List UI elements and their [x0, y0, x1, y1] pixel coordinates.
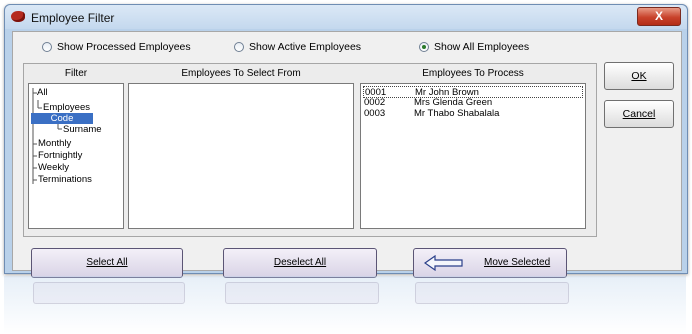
employee-name: Mr Thabo Shabalala	[414, 108, 500, 119]
radio-icon	[42, 42, 52, 52]
employee-row[interactable]: 0003 Mr Thabo Shabalala	[363, 108, 583, 119]
show-all-radio[interactable]: Show All Employees	[419, 41, 529, 53]
employee-code: 0002	[364, 97, 386, 108]
show-processed-radio[interactable]: Show Processed Employees	[42, 41, 191, 53]
select-all-button[interactable]: Select All	[31, 248, 183, 278]
employees-to-process-list[interactable]: 0001 Mr John Brown 0002 Mrs Glenda Green…	[360, 83, 586, 229]
app-icon	[11, 11, 25, 22]
show-active-label: Show Active Employees	[249, 41, 362, 53]
reflection-button	[33, 282, 185, 304]
tree-item-fortnightly[interactable]: Fortnightly	[38, 150, 82, 161]
filter-header: Filter	[64, 68, 88, 79]
tree-item-terminations[interactable]: Terminations	[38, 174, 92, 185]
reflection-button	[225, 282, 379, 304]
ok-button[interactable]: OK	[604, 62, 674, 90]
filter-options: Show Processed Employees Show Active Emp…	[27, 41, 547, 57]
show-all-label: Show All Employees	[434, 41, 530, 53]
filter-tree[interactable]: All Employees Code Surname Monthly Fortn…	[28, 83, 124, 229]
employee-filter-window: Employee Filter X Show Processed Employe…	[4, 4, 688, 278]
employee-row[interactable]: 0002 Mrs Glenda Green	[363, 97, 583, 108]
deselect-all-button[interactable]: Deselect All	[223, 248, 377, 278]
cancel-button[interactable]: Cancel	[604, 100, 674, 128]
window-title: Employee Filter	[31, 11, 115, 25]
employee-code: 0003	[364, 108, 386, 119]
dialog-body: Show Processed Employees Show Active Emp…	[12, 31, 682, 278]
radio-icon	[234, 42, 244, 52]
move-selected-button[interactable]: Move Selected	[413, 248, 567, 278]
select-from-header: Employees To Select From	[181, 68, 301, 79]
tree-item-weekly[interactable]: Weekly	[38, 162, 69, 173]
employees-to-select-list[interactable]	[128, 83, 354, 229]
tree-item-surname[interactable]: Surname	[63, 124, 102, 135]
select-all-label: Select All	[86, 257, 128, 268]
tree-item-monthly[interactable]: Monthly	[38, 138, 71, 149]
show-active-radio[interactable]: Show Active Employees	[234, 41, 361, 53]
radio-checked-icon	[419, 42, 429, 52]
reflection-button	[415, 282, 569, 304]
window-reflection	[4, 276, 686, 334]
show-processed-label: Show Processed Employees	[57, 41, 191, 53]
to-process-header: Employees To Process	[422, 68, 524, 79]
cancel-button-label: Cancel	[622, 108, 656, 120]
left-arrow-icon	[424, 255, 463, 271]
tree-item-code[interactable]: Code	[31, 113, 93, 124]
employee-name: Mrs Glenda Green	[414, 97, 493, 108]
deselect-all-label: Deselect All	[273, 257, 327, 268]
tree-item-all[interactable]: All	[37, 87, 48, 98]
ok-button-label: OK	[631, 70, 647, 82]
tree-item-employees[interactable]: Employees	[43, 102, 90, 113]
title-bar[interactable]: Employee Filter X	[5, 5, 687, 29]
employee-panels: Filter Employees To Select From Employee…	[23, 63, 597, 237]
move-selected-label: Move Selected	[484, 257, 551, 268]
close-button[interactable]: X	[637, 7, 681, 26]
